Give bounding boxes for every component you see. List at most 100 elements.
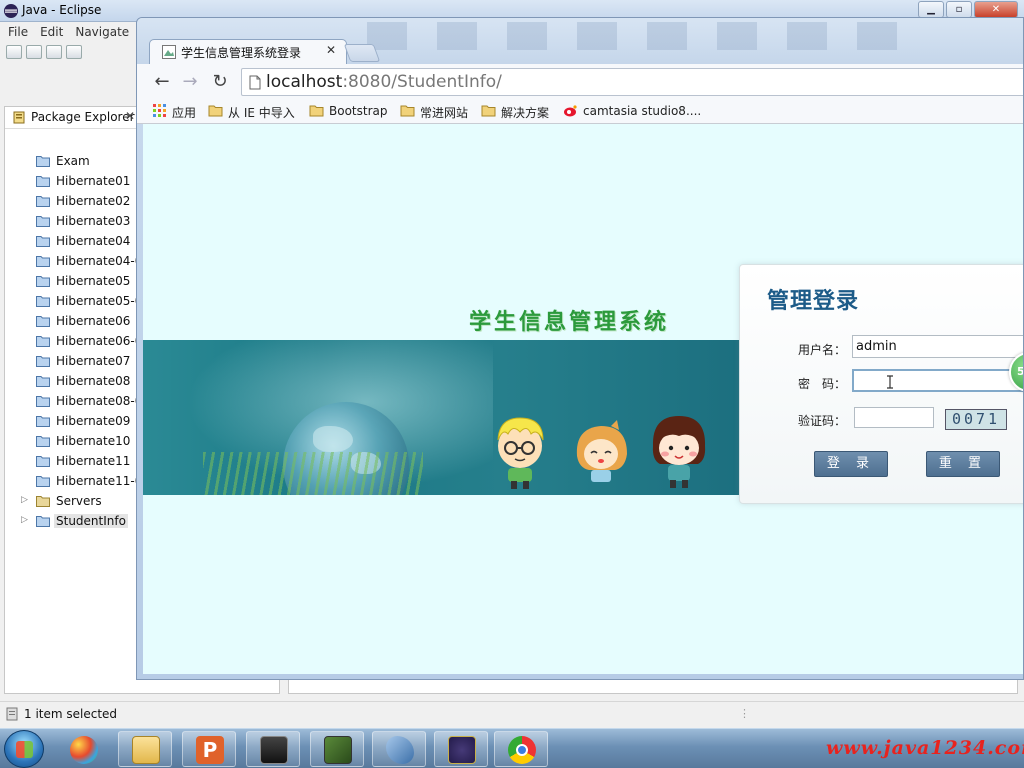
project-folder-icon	[36, 176, 50, 187]
windows-taskbar: P www.java1234.com	[0, 728, 1024, 768]
expand-arrow-icon[interactable]: ▷	[21, 495, 28, 505]
taskbar-mysql[interactable]	[372, 731, 426, 767]
back-arrow-icon[interactable]: ←	[151, 71, 173, 92]
eclipse-toolbar	[0, 42, 140, 64]
login-button[interactable]: 登 录	[814, 451, 888, 477]
menu-edit[interactable]: Edit	[34, 22, 69, 42]
menu-file[interactable]: File	[2, 22, 34, 42]
tree-item-label: Hibernate09	[56, 414, 131, 428]
browser-toolbar: ← → ↻ localhost:8080/StudentInfo/	[137, 64, 1023, 100]
chrome-icon	[508, 736, 536, 764]
username-label: 用户名：	[798, 343, 847, 357]
chrome-window: 学生信息管理系统登录 ✕ ← → ↻ localhost:8080/Studen…	[136, 17, 1024, 680]
eclipse-logo-icon	[4, 4, 18, 18]
taskbar-powerpoint[interactable]: P	[182, 731, 236, 767]
weibo-icon	[564, 105, 577, 117]
save-all-icon[interactable]	[46, 45, 62, 59]
tab-strip: 学生信息管理系统登录 ✕	[137, 18, 1023, 65]
print-icon[interactable]	[66, 45, 82, 59]
minimize-button[interactable]: ▁	[918, 1, 944, 18]
captcha-input[interactable]	[854, 407, 934, 428]
status-bar: 1 item selected ⋮	[0, 701, 1024, 728]
captcha-image[interactable]: 0071	[945, 409, 1007, 430]
close-icon[interactable]: ✕	[125, 109, 135, 123]
text-cursor-icon	[887, 375, 893, 389]
folder-icon	[132, 736, 160, 764]
reload-icon[interactable]: ↻	[209, 71, 231, 92]
reset-button[interactable]: 重 置	[926, 451, 1000, 477]
status-item-icon	[6, 707, 18, 721]
url-text: localhost:8080/StudentInfo/	[266, 72, 502, 92]
project-folder-icon	[36, 516, 50, 527]
colorful-app-icon	[70, 736, 98, 764]
eclipse-icon	[448, 736, 476, 764]
project-folder-icon	[36, 476, 50, 487]
console-icon	[260, 736, 288, 764]
bookmark-label: Bootstrap	[329, 104, 388, 118]
servers-folder-icon	[36, 496, 50, 507]
close-window-button[interactable]: ✕	[974, 1, 1018, 18]
status-text: 1 item selected	[24, 707, 118, 721]
expand-arrow-icon[interactable]: ▷	[21, 515, 28, 525]
menu-navigate[interactable]: Navigate	[69, 22, 135, 42]
globe-land	[313, 426, 353, 452]
dolphin-icon	[386, 736, 414, 764]
project-folder-icon	[36, 356, 50, 367]
taskbar-console[interactable]	[246, 731, 300, 767]
recorder-icon	[324, 736, 352, 764]
apps-grid-icon	[153, 104, 166, 117]
project-folder-icon	[36, 156, 50, 167]
project-folder-icon	[36, 296, 50, 307]
tree-item-label: Exam	[56, 154, 90, 168]
page-icon	[249, 75, 261, 90]
windows-logo-icon	[16, 741, 33, 758]
start-button[interactable]	[4, 730, 44, 768]
tree-item-label: Hibernate04-0	[56, 254, 143, 268]
project-folder-icon	[36, 236, 50, 247]
address-bar[interactable]: localhost:8080/StudentInfo/	[241, 68, 1023, 96]
captcha-label: 验证码：	[798, 414, 847, 428]
grass-illustration	[203, 452, 423, 495]
taskbar-eclipse[interactable]	[434, 731, 488, 767]
eclipse-menu-bar: File Edit Navigate	[0, 22, 140, 42]
status-separator: ⋮	[739, 707, 750, 720]
project-folder-icon	[36, 316, 50, 327]
tree-item-label: Hibernate08	[56, 374, 131, 388]
window-controls: ▁ ▫ ✕	[918, 1, 1018, 18]
project-folder-icon	[36, 376, 50, 387]
browser-tab-active[interactable]: 学生信息管理系统登录 ✕	[149, 39, 347, 65]
tree-item-label: StudentInfo	[54, 514, 128, 528]
chrome-center-icon	[516, 744, 528, 756]
password-label: 密 码：	[798, 377, 847, 391]
url-host: localhost	[266, 72, 343, 92]
tree-item-label: Hibernate01	[56, 174, 131, 188]
password-input[interactable]	[852, 369, 1023, 392]
bookmark-label: 从 IE 中导入	[228, 106, 295, 120]
bookmarks-bar: 应用 从 IE 中导入 Bootstrap 常进网站 解决方案 camtasia…	[137, 100, 1023, 124]
tab-close-icon[interactable]: ✕	[326, 43, 336, 57]
new-icon[interactable]	[6, 45, 22, 59]
save-icon[interactable]	[26, 45, 42, 59]
new-tab-button[interactable]	[343, 44, 381, 62]
taskbar-chrome[interactable]	[494, 731, 548, 767]
tab-title: 学生信息管理系统登录	[181, 46, 302, 60]
watermark-text: www.java1234.com	[826, 737, 1024, 759]
username-input[interactable]	[852, 335, 1023, 358]
taskbar-explorer[interactable]	[118, 731, 172, 767]
taskbar-recorder[interactable]	[310, 731, 364, 767]
tree-item-label: Hibernate05	[56, 274, 131, 288]
banner-image	[143, 340, 743, 495]
bookmark-label: 常进网站	[420, 106, 469, 120]
boy-character-illustration	[497, 417, 544, 489]
project-folder-icon	[36, 216, 50, 227]
maximize-button[interactable]: ▫	[946, 1, 972, 18]
login-panel: 管理登录 用户名： 密 码： 验证码： 0071 登 录 重 置	[739, 264, 1023, 504]
tree-item-label: Hibernate06-0	[56, 334, 143, 348]
project-folder-icon	[36, 396, 50, 407]
url-path: :8080/StudentInfo/	[342, 72, 502, 92]
forward-arrow-icon[interactable]: →	[179, 71, 201, 92]
folder-icon	[208, 105, 223, 117]
system-title: 学生信息管理系统	[469, 309, 670, 335]
eclipse-window-title: Java - Eclipse	[22, 3, 102, 17]
taskbar-app-colorful[interactable]	[56, 731, 110, 767]
